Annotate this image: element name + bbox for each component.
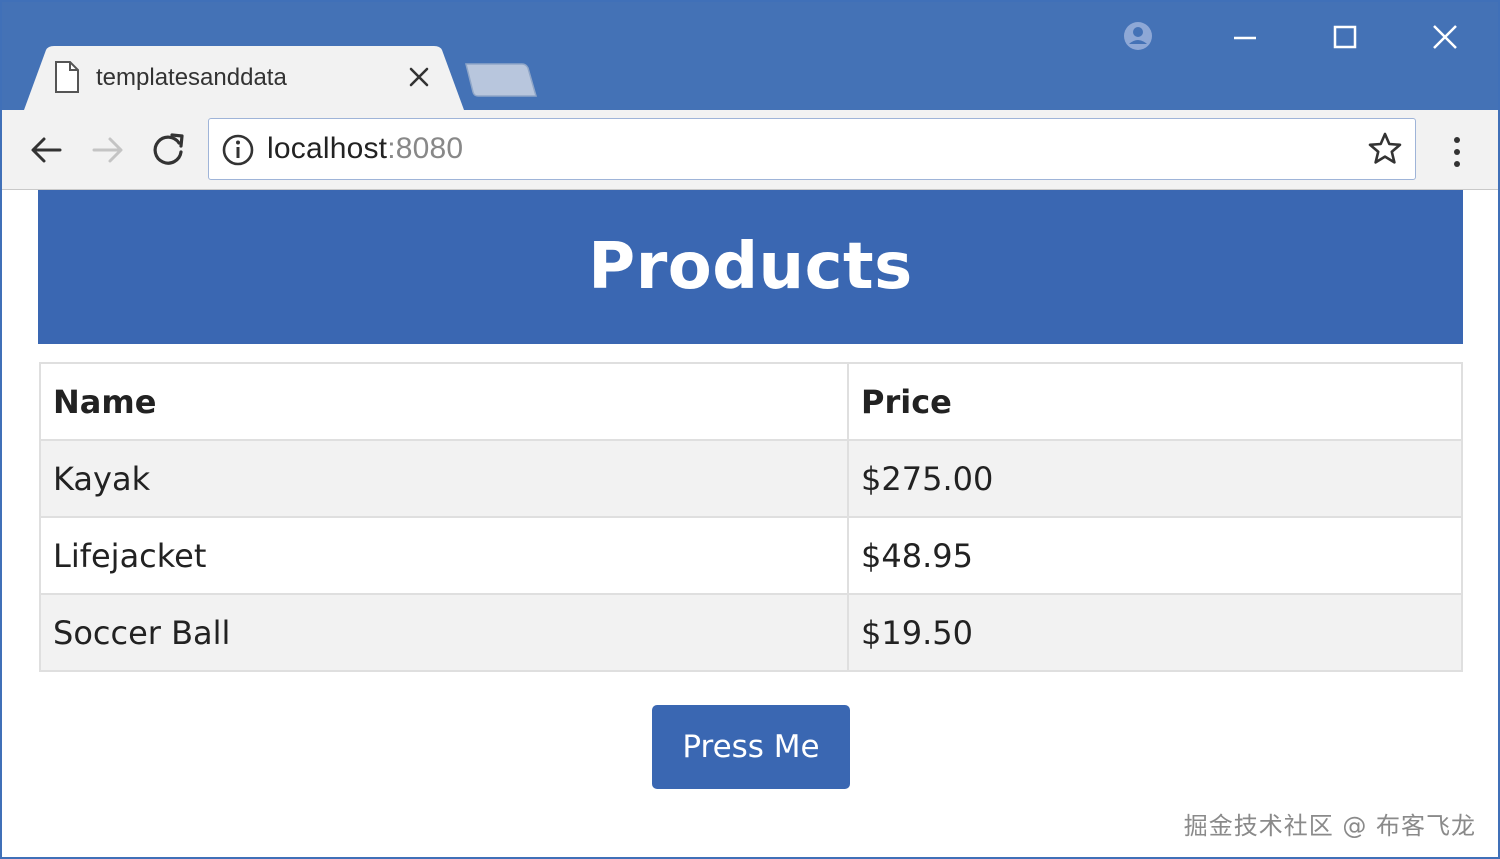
page-content: Products Name Price Kayak $275.00 Lifeja…: [2, 190, 1498, 857]
forward-arrow-icon[interactable]: [88, 130, 128, 170]
product-price: $19.50: [847, 593, 1463, 672]
profile-icon[interactable]: [1120, 18, 1156, 54]
product-price: $48.95: [847, 516, 1463, 595]
product-name: Soccer Ball: [39, 593, 849, 672]
column-header-name: Name: [39, 362, 849, 441]
back-arrow-icon[interactable]: [26, 130, 66, 170]
products-table: Name Price Kayak $275.00 Lifejacket $48.…: [39, 362, 1463, 672]
more-menu-icon[interactable]: [1442, 132, 1472, 172]
address-bar[interactable]: localhost:8080: [208, 118, 1416, 180]
product-name: Kayak: [39, 439, 849, 518]
url-port: :8080: [387, 132, 464, 165]
title-bar: templatesanddata: [2, 2, 1498, 110]
table-row: Kayak $275.00: [39, 439, 1463, 518]
page-title: Products: [588, 230, 913, 304]
product-name: Lifejacket: [39, 516, 849, 595]
url-host: localhost: [267, 132, 388, 165]
tab-title: templatesanddata: [96, 64, 287, 91]
table-row: Lifejacket $48.95: [39, 516, 1463, 595]
table-row: Soccer Ball $19.50: [39, 593, 1463, 672]
press-me-button[interactable]: Press Me: [652, 705, 850, 789]
tab-close-icon[interactable]: [406, 64, 432, 90]
new-tab-button[interactable]: [464, 62, 538, 98]
info-icon[interactable]: [221, 133, 255, 167]
table-header-row: Name Price: [39, 362, 1463, 441]
reload-icon[interactable]: [148, 130, 188, 170]
browser-window: templatesanddata localhost:8080 Products…: [0, 0, 1500, 859]
maximize-icon[interactable]: [1324, 20, 1366, 56]
column-header-price: Price: [847, 362, 1463, 441]
watermark-text: 掘金技术社区 @ 布客飞龙: [1183, 812, 1476, 840]
minimize-icon[interactable]: [1224, 20, 1266, 56]
tab-templatesanddata[interactable]: templatesanddata: [24, 46, 464, 110]
document-icon: [55, 61, 79, 93]
window-close-icon[interactable]: [1424, 20, 1466, 56]
url-text[interactable]: localhost:8080: [267, 132, 463, 166]
bookmark-star-icon[interactable]: [1367, 131, 1403, 167]
browser-toolbar: localhost:8080: [2, 110, 1498, 190]
product-price: $275.00: [847, 439, 1463, 518]
products-banner: Products: [38, 190, 1463, 344]
